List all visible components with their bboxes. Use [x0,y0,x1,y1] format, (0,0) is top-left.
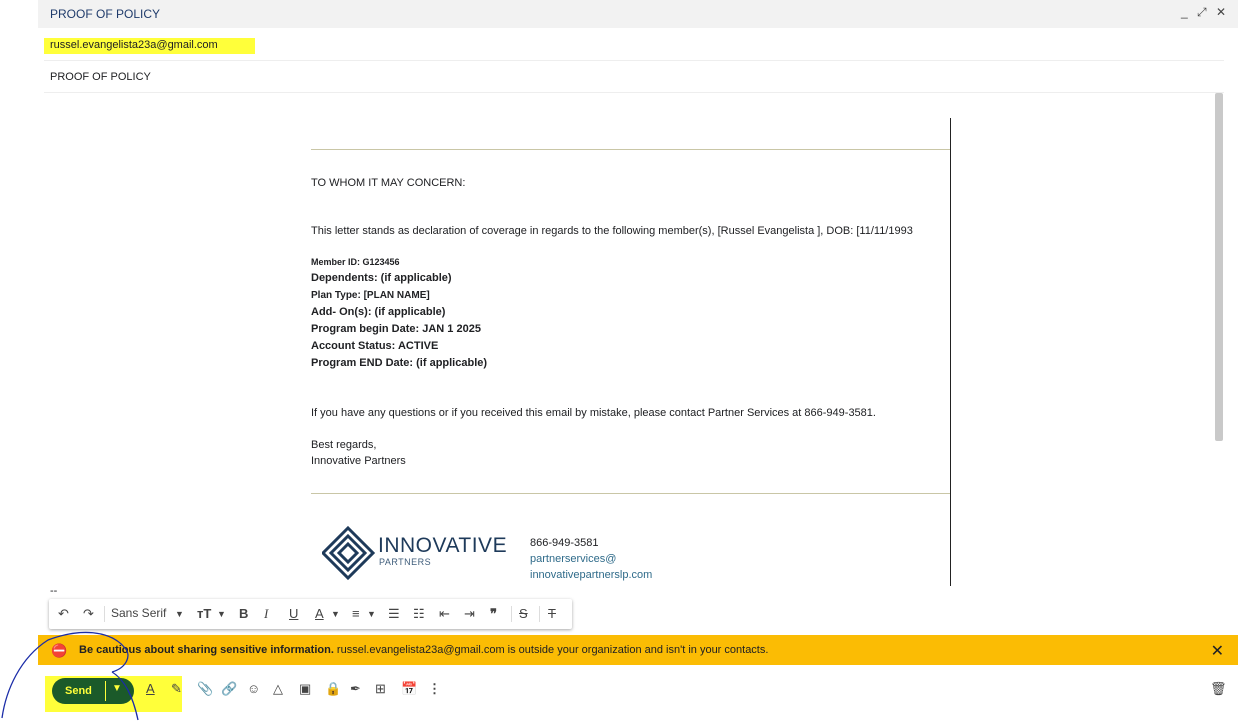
body-scrollbar[interactable] [1215,93,1223,441]
logo-wordmark: INNOVATIVE [378,534,508,557]
minimize-icon[interactable]: _ [1181,5,1188,19]
remove-formatting-icon[interactable]: T [548,606,556,621]
chevron-down-icon[interactable]: ▼ [217,609,226,619]
signature-separator: -- [50,585,58,597]
letter-top-divider [311,149,950,150]
add-ons: Add- On(s): (if applicable) [311,306,446,318]
chevron-down-icon[interactable]: ▼ [367,609,376,619]
recipients-row[interactable]: russel.evangelista23a@gmail.com [44,36,1224,61]
toolbar-divider [511,606,512,622]
text-color-icon[interactable]: A [315,606,324,621]
intro-text: This letter stands as declaration of cov… [311,225,913,237]
sender-name: Innovative Partners [311,455,406,467]
subject-row[interactable]: PROOF OF POLICY [44,62,1224,93]
lock-clock-icon[interactable]: 🔒 [325,681,341,697]
trash-icon[interactable]: 🗑 [1210,681,1227,697]
close-icon[interactable]: ✕ [1211,641,1224,661]
account-status: Account Status: ACTIVE [311,340,439,352]
recipient-chip[interactable]: russel.evangelista23a@gmail.com [50,39,218,51]
indent-less-icon[interactable]: ⇤ [439,606,450,622]
close-icon[interactable]: ✕ [1216,5,1226,19]
photo-icon[interactable]: ▣ [299,681,311,697]
template-icon[interactable]: ⊞ [375,681,386,697]
indent-more-icon[interactable]: ⇥ [464,606,475,622]
compose-title: PROOF OF POLICY [50,7,161,21]
program-begin-date: Program begin Date: JAN 1 2025 [311,323,481,335]
letter-bottom-divider [311,493,950,494]
link-icon[interactable]: 🔗 [221,681,237,697]
member-id: Member ID: G123456 [311,257,400,267]
align-icon[interactable]: ≡ [352,606,360,621]
window-controls: _ ⤢ ✕ [1175,5,1226,20]
compose-titlebar[interactable]: PROOF OF POLICY _ ⤢ ✕ [38,0,1238,28]
font-size-icon[interactable]: тT [197,606,211,621]
dependents: Dependents: (if applicable) [311,272,452,284]
salutation: TO WHOM IT MAY CONCERN: [311,177,466,189]
contact-email-line2[interactable]: innovativepartnerslp.com [530,569,652,581]
numbered-list-icon[interactable]: ☰ [388,606,400,622]
contact-phone: 866-949-3581 [530,537,599,549]
toolbar-divider [539,606,540,622]
contact-email-line1[interactable]: partnerservices@ [530,553,616,565]
italic-icon[interactable]: I [264,606,268,622]
bold-icon[interactable]: B [239,606,248,621]
warning-detail-text: russel.evangelista23a@gmail.com is outsi… [333,644,769,656]
chevron-down-icon[interactable]: ▼ [331,609,340,619]
plan-type: Plan Type: [PLAN NAME] [311,290,430,301]
font-family-select[interactable]: Sans Serif [111,606,166,620]
more-options-icon[interactable]: ⋮ [428,681,441,697]
underline-icon[interactable]: U [289,606,298,621]
emoji-icon[interactable]: ☺ [247,681,260,696]
quote-icon[interactable]: ❞ [490,606,497,622]
chevron-down-icon[interactable]: ▼ [175,609,184,619]
subject-field[interactable]: PROOF OF POLICY [50,71,151,83]
closing: Best regards, [311,439,377,451]
letter-right-border [950,118,951,586]
pen-annotation-icon [1,631,139,721]
signature-icon[interactable]: ✒ [350,681,361,697]
drive-icon[interactable]: △ [273,681,283,697]
strikethrough-icon[interactable]: S [519,606,528,621]
logo-subtitle: PARTNERS [379,557,432,567]
external-recipient-warning: ⛔ Be cautious about sharing sensitive in… [38,635,1238,665]
fullscreen-icon[interactable]: ⤢ [1197,5,1207,19]
questions-text: If you have any questions or if you rece… [311,407,876,419]
calendar-icon[interactable]: 📅 [401,681,417,697]
bulleted-list-icon[interactable]: ☷ [413,606,425,622]
program-end-date: Program END Date: (if applicable) [311,357,488,369]
